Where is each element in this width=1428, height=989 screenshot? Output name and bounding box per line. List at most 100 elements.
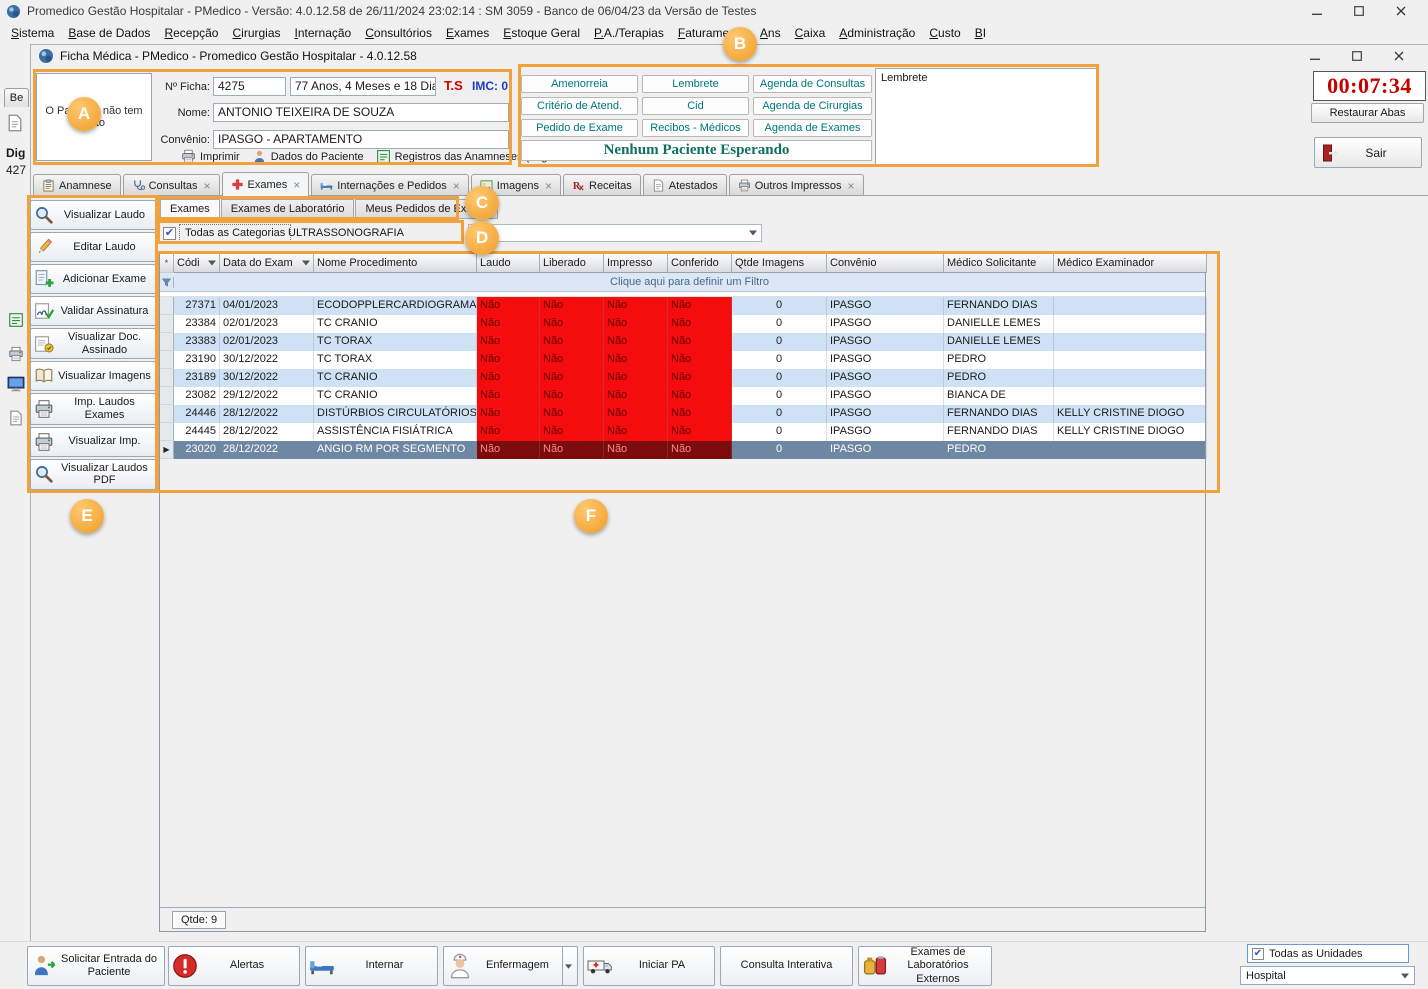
menu-item-sistema[interactable]: Sistema	[4, 23, 61, 44]
inner-minimize-button[interactable]	[1294, 45, 1336, 67]
button-validar-assinatura[interactable]: Validar Assinatura	[30, 296, 156, 326]
column-header-qtde-imagens[interactable]: Qtde Imagens	[732, 254, 827, 273]
column-header-liberado[interactable]: Liberado	[540, 254, 604, 273]
table-row[interactable]: 23082 29/12/2022 TC CRANIO Não Não Não Não 0 IPA…	[160, 387, 1207, 405]
menu-item-exames[interactable]: Exames	[439, 23, 496, 44]
all-categories-checkbox[interactable]	[163, 227, 176, 240]
menu-item-bi[interactable]: BI	[968, 23, 993, 44]
tab-consultas[interactable]: Consultas ×	[122, 174, 220, 196]
button-criterio-de-atend[interactable]: Critério de Atend.	[521, 97, 638, 115]
imc-label[interactable]: IMC: 0	[472, 79, 508, 93]
tab-close-icon[interactable]: ×	[453, 180, 460, 192]
tab-close-icon[interactable]: ×	[293, 179, 300, 191]
grid-filter-row[interactable]: Clique aqui para definir um Filtro	[160, 273, 1205, 292]
menu-item-consultorios[interactable]: Consultórios	[358, 23, 439, 44]
button-cid[interactable]: Cid	[642, 97, 749, 115]
menu-item-custo[interactable]: Custo	[922, 23, 967, 44]
menu-item-cirurgias[interactable]: Cirurgias	[225, 23, 287, 44]
column-header-codi[interactable]: Códi	[174, 254, 220, 273]
column-header-medico-examinador[interactable]: Médico Examinador	[1054, 254, 1207, 273]
button-visualizar-imagens[interactable]: Visualizar Imagens	[30, 361, 156, 392]
column-header-convenio[interactable]: Convênio	[827, 254, 944, 273]
table-row[interactable]: 24446 28/12/2022 DISTÚRBIOS CIRCULATÓRIOS N…	[160, 405, 1207, 423]
button-dados-do-paciente[interactable]: Dados do Paciente	[252, 149, 364, 164]
menu-item-administracao[interactable]: Administração	[832, 23, 922, 44]
button-imp-laudos-exames[interactable]: Imp. Laudos Exames	[30, 393, 156, 425]
button-alertas[interactable]: Alertas	[168, 946, 300, 986]
button-iniciar-pa[interactable]: Iniciar PA	[583, 946, 715, 986]
menu-item-caixa[interactable]: Caixa	[788, 23, 833, 44]
close-button[interactable]	[1380, 0, 1422, 22]
button-enfermagem[interactable]: Enfermagem	[443, 946, 578, 986]
button-agenda-de-cirurgias[interactable]: Agenda de Cirurgias	[753, 97, 872, 115]
ts-button[interactable]: T.S	[444, 78, 463, 93]
all-categories-label[interactable]: Todas as Categorias	[179, 224, 292, 242]
menu-item-base-de-dados[interactable]: Base de Dados	[61, 23, 157, 44]
exam-type-combo[interactable]	[468, 224, 762, 242]
table-row[interactable]: 23384 02/01/2023 TC CRANIO Não Não Não Não 0 IPA…	[160, 315, 1207, 333]
tab-close-icon[interactable]: ×	[204, 180, 211, 192]
tab-receitas[interactable]: R Receitas	[563, 174, 641, 196]
menu-item-recepcao[interactable]: Recepção	[157, 23, 225, 44]
inner-close-button[interactable]	[1378, 45, 1420, 67]
button-agenda-de-consultas[interactable]: Agenda de Consultas	[753, 75, 872, 93]
menu-item-estoque-geral[interactable]: Estoque Geral	[496, 23, 587, 44]
background-list-icon[interactable]	[8, 312, 24, 328]
all-units-checkbox[interactable]	[1252, 947, 1264, 960]
button-visualizar-laudos-pdf[interactable]: Visualizar Laudos PDF	[30, 458, 156, 490]
table-row[interactable]: 23190 30/12/2022 TC TORAX Não Não Não Não 0 IPAS…	[160, 351, 1207, 369]
button-adicionar-exame[interactable]: Adicionar Exame	[30, 264, 156, 294]
table-row[interactable]: 23383 02/01/2023 TC TORAX Não Não Não Não 0 IPAS…	[160, 333, 1207, 351]
tab-internacoes-e-pedidos[interactable]: Internações e Pedidos ×	[311, 174, 469, 196]
button-visualizar-doc-assinado[interactable]: Visualizar Doc. Assinado	[30, 328, 156, 360]
convenio-field[interactable]: IPASGO - APARTAMENTO	[213, 130, 509, 149]
menu-item-ans[interactable]: Ans	[753, 23, 788, 44]
ficha-field[interactable]: 4275	[213, 77, 286, 96]
button-imprimir[interactable]: Imprimir	[181, 149, 240, 164]
menu-item-p-a-terapias[interactable]: P.A./Terapias	[587, 23, 671, 44]
column-header-data-do-exam[interactable]: Data do Exam	[220, 254, 314, 273]
tab-exames[interactable]: Exames ×	[221, 172, 310, 196]
tab-outros-impressos[interactable]: Outros Impressos ×	[728, 174, 864, 196]
background-doc2-icon[interactable]	[8, 410, 24, 426]
background-printer-icon[interactable]	[8, 346, 24, 362]
dropdown-arrow-button[interactable]	[562, 947, 574, 985]
button-exames-de-laboratorios-externos[interactable]: Exames de Laboratórios Externos	[858, 946, 992, 986]
button-consulta-interativa[interactable]: Consulta Interativa	[720, 946, 853, 986]
subtab-exames-de-laboratorio[interactable]: Exames de Laboratório	[220, 199, 355, 219]
column-header-conferido[interactable]: Conferido	[668, 254, 732, 273]
minimize-button[interactable]	[1296, 0, 1338, 22]
button-recibos-medicos[interactable]: Recibos - Médicos	[642, 119, 749, 137]
button-pedido-de-exame[interactable]: Pedido de Exame	[521, 119, 638, 137]
button-solicitar-entrada-do-paciente[interactable]: Solicitar Entrada do Paciente	[27, 946, 165, 986]
table-row[interactable]: 23189 30/12/2022 TC CRANIO Não Não Não Não 0 IPA…	[160, 369, 1207, 387]
tab-close-icon[interactable]: ×	[848, 180, 855, 192]
sair-button[interactable]: Sair	[1314, 137, 1422, 168]
units-filter[interactable]: Todas as Unidades	[1247, 944, 1409, 963]
tab-close-icon[interactable]: ×	[545, 180, 552, 192]
column-header-nome-procedimento[interactable]: Nome Procedimento	[314, 254, 477, 273]
button-visualizar-laudo[interactable]: Visualizar Laudo	[30, 200, 156, 230]
column-header-medico-solicitante[interactable]: Médico Solicitante	[944, 254, 1054, 273]
table-row[interactable]: 24445 28/12/2022 ASSISTÊNCIA FISIÁTRICA Não…	[160, 423, 1207, 441]
button-visualizar-imp[interactable]: Visualizar Imp.	[30, 426, 156, 457]
unit-select[interactable]: Hospital	[1240, 966, 1415, 985]
tab-atestados[interactable]: Atestados	[642, 174, 727, 196]
background-monitor-icon[interactable]	[7, 376, 25, 392]
menu-item-internacao[interactable]: Internação	[288, 23, 359, 44]
column-header-impresso[interactable]: Impresso	[604, 254, 668, 273]
restaurar-abas-button[interactable]: Restaurar Abas	[1311, 103, 1424, 123]
subtab-exames[interactable]: Exames	[160, 199, 220, 219]
button-editar-laudo[interactable]: Editar Laudo	[30, 232, 156, 262]
table-row[interactable]: ▶ 23020 28/12/2022 ANGIO RM POR SEGMENTO Não…	[160, 441, 1207, 459]
button-internar[interactable]: Internar	[305, 946, 438, 986]
nome-field[interactable]: ANTONIO TEIXEIRA DE SOUZA	[213, 103, 509, 122]
background-doc-icon[interactable]	[6, 114, 24, 132]
inner-maximize-button[interactable]	[1336, 45, 1378, 67]
tab-anamnese[interactable]: Anamnese	[33, 174, 121, 196]
maximize-button[interactable]	[1338, 0, 1380, 22]
background-tab-fragment[interactable]: Be	[4, 88, 29, 107]
button-lembrete[interactable]: Lembrete	[642, 75, 749, 93]
table-row[interactable]: 27371 04/01/2023 ECODOPPLERCARDIOGRAMA Não N…	[160, 297, 1207, 315]
button-agenda-de-exames[interactable]: Agenda de Exames	[753, 119, 872, 137]
